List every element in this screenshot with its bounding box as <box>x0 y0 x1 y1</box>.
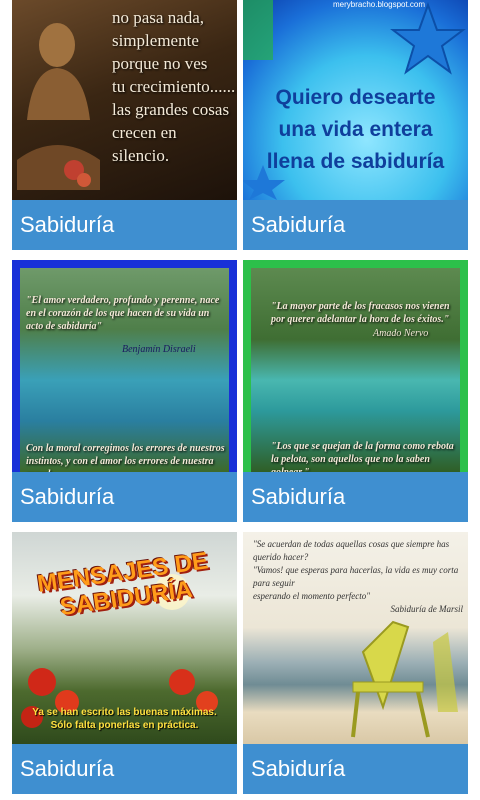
card-label: Sabiduría <box>243 744 468 794</box>
quote-line: "Se acuerdan de todas aquellas cosas que… <box>253 539 450 562</box>
quote-line: Sólo falta ponerlas en práctica. <box>50 720 199 731</box>
quote-author: Amado Nervo <box>373 328 429 339</box>
quote-text: "El amor verdadero, profundo y perenne, … <box>26 295 220 332</box>
card-thumbnail: MENSAJES DE SABIDURÍA Ya se han escrito … <box>12 532 237 744</box>
card-label: Sabiduría <box>243 472 468 522</box>
quote-line: las grandes cosas <box>112 100 230 119</box>
quote-line: "Vamos! que esperas para hacerlas, la vi… <box>253 565 459 588</box>
quote-line: Quiero desearte <box>275 86 436 109</box>
quote-text: Con la moral corregimos los errores de n… <box>26 443 225 472</box>
quote-line: simplemente <box>112 31 199 50</box>
quote-line: esperando el momento perfecto" <box>253 591 370 601</box>
card-label: Sabiduría <box>243 200 468 250</box>
card-label: Sabiduría <box>12 472 237 522</box>
quote-line: porque no ves <box>112 54 208 73</box>
quote-line: una vida entera <box>278 118 433 141</box>
quote-line: Ya se han escrito las buenas máximas. <box>32 707 217 718</box>
gallery-card[interactable]: MENSAJES DE SABIDURÍA Ya se han escrito … <box>12 532 237 794</box>
quote-line: tu crecimiento...... <box>112 77 236 96</box>
gallery-card[interactable]: merybracho.blogspot.com Quiero desearte … <box>243 0 468 250</box>
quote-author: Sabiduría de Marsil <box>390 604 463 614</box>
card-label: Sabiduría <box>12 744 237 794</box>
blog-url: merybracho.blogspot.com <box>333 0 426 9</box>
quote-text: "Los que se quejan de la forma como rebo… <box>271 441 454 472</box>
quote-line: llena de sabiduría <box>266 150 445 173</box>
quote-text: "La mayor parte de los fracasos nos vien… <box>271 301 450 325</box>
card-thumbnail: merybracho.blogspot.com Quiero desearte … <box>243 0 468 200</box>
card-thumbnail: no pasa nada, simplemente porque no ves … <box>12 0 237 200</box>
gallery-card[interactable]: "El amor verdadero, profundo y perenne, … <box>12 260 237 522</box>
card-thumbnail: "Se acuerdan de todas aquellas cosas que… <box>243 532 468 744</box>
card-label: Sabiduría <box>12 200 237 250</box>
quote-author: Benjamín Disraeli <box>122 344 196 355</box>
gallery-card[interactable]: "La mayor parte de los fracasos nos vien… <box>243 260 468 522</box>
quote-line: no pasa nada, <box>112 8 205 27</box>
gallery-card[interactable]: "Se acuerdan de todas aquellas cosas que… <box>243 532 468 794</box>
image-grid: no pasa nada, simplemente porque no ves … <box>0 0 480 800</box>
card-thumbnail: "El amor verdadero, profundo y perenne, … <box>12 260 237 472</box>
card-thumbnail: "La mayor parte de los fracasos nos vien… <box>243 260 468 472</box>
quote-line: crecen en silencio. <box>112 123 177 165</box>
gallery-card[interactable]: no pasa nada, simplemente porque no ves … <box>12 0 237 250</box>
